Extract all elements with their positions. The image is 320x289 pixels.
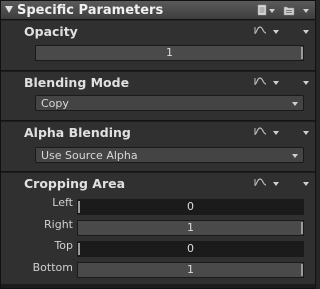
curve-icon[interactable]: [254, 125, 268, 137]
section-menu-arrow-icon[interactable]: [303, 182, 309, 186]
blending-mode-title: Blending Mode: [24, 75, 130, 90]
blending-mode-header[interactable]: Blending Mode: [1, 72, 315, 92]
panel-header[interactable]: Specific Parameters: [1, 1, 315, 20]
crop-bottom-slider[interactable]: 1: [77, 262, 304, 278]
blending-mode-section: Blending Mode Copy: [1, 72, 315, 120]
alpha-blending-section: Alpha Blending Use Source Alpha: [1, 122, 315, 171]
panel-footer: [1, 284, 315, 288]
curve-menu-arrow-icon[interactable]: [273, 182, 279, 186]
crop-top-label: Top: [54, 239, 73, 252]
crop-right-slider[interactable]: 1: [77, 220, 304, 236]
opacity-header[interactable]: Opacity: [1, 21, 315, 41]
curve-menu-arrow-icon[interactable]: [273, 81, 279, 85]
curve-icon[interactable]: [254, 75, 268, 87]
folder-menu-arrow-icon[interactable]: [303, 9, 309, 13]
section-menu-arrow-icon[interactable]: [303, 81, 309, 85]
page-menu-arrow-icon[interactable]: [269, 9, 275, 13]
curve-menu-arrow-icon[interactable]: [273, 30, 279, 34]
crop-top-slider[interactable]: 0: [77, 241, 304, 257]
crop-bottom-label: Bottom: [32, 261, 73, 274]
crop-top-value[interactable]: 0: [78, 242, 303, 256]
page-icon[interactable]: [257, 4, 267, 16]
alpha-blending-selected: Use Source Alpha: [41, 149, 138, 162]
opacity-slider[interactable]: 1: [35, 45, 304, 61]
section-menu-arrow-icon[interactable]: [303, 131, 309, 135]
cropping-area-section: Cropping Area Left 0 Right 1 Top 0 Botto…: [1, 173, 315, 284]
curve-icon[interactable]: [254, 24, 268, 36]
curve-menu-arrow-icon[interactable]: [273, 131, 279, 135]
crop-right-value[interactable]: 1: [78, 221, 303, 235]
blending-mode-selected: Copy: [41, 97, 69, 110]
chevron-down-icon: [292, 102, 298, 106]
crop-left-slider[interactable]: 0: [77, 199, 304, 215]
crop-left-label: Left: [52, 196, 73, 209]
crop-bottom-value[interactable]: 1: [78, 263, 303, 277]
cropping-area-title: Cropping Area: [24, 176, 126, 191]
section-menu-arrow-icon[interactable]: [303, 30, 309, 34]
cropping-area-header[interactable]: Cropping Area: [1, 173, 315, 193]
folder-icon[interactable]: [283, 4, 295, 16]
opacity-title: Opacity: [24, 24, 78, 39]
crop-left-value[interactable]: 0: [78, 200, 303, 214]
chevron-down-icon: [292, 154, 298, 158]
alpha-blending-dropdown[interactable]: Use Source Alpha: [35, 147, 304, 163]
opacity-value[interactable]: 1: [36, 46, 303, 60]
curve-icon[interactable]: [254, 176, 268, 188]
alpha-blending-title: Alpha Blending: [24, 125, 131, 140]
alpha-blending-header[interactable]: Alpha Blending: [1, 122, 315, 142]
opacity-section: Opacity 1: [1, 21, 315, 70]
blending-mode-dropdown[interactable]: Copy: [35, 95, 304, 111]
collapse-arrow-icon[interactable]: [5, 6, 13, 13]
crop-right-label: Right: [44, 218, 73, 231]
panel-title: Specific Parameters: [17, 3, 164, 18]
